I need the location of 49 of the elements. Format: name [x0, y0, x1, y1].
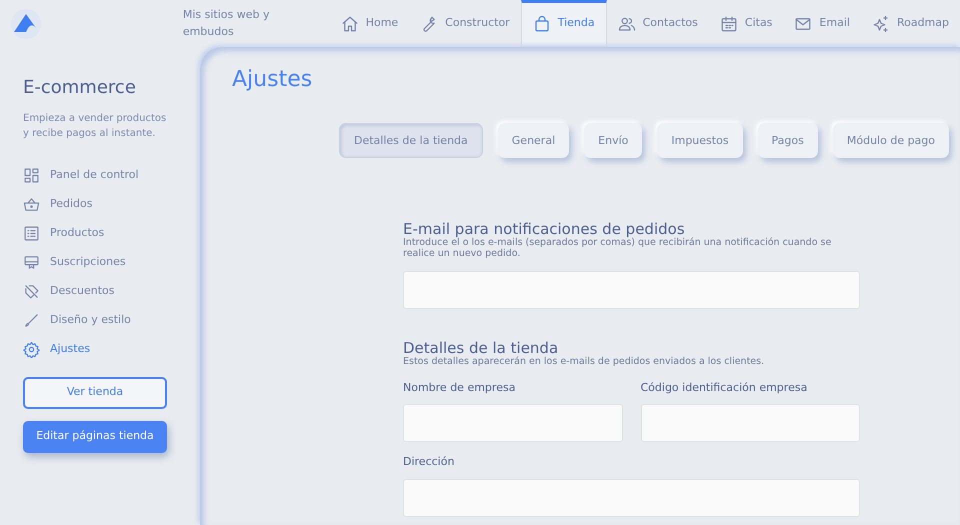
- input-field[interactable]: [403, 271, 860, 310]
- tag-off-icon: [23, 282, 40, 300]
- input-field[interactable]: [640, 404, 860, 442]
- sidebar-item[interactable]: Suscripciones: [23, 248, 126, 277]
- section-description: Introduce el o los e-mails (separados por comas) que recibirán una notificación cuando se realice un nuevo pedido.: [403, 238, 832, 260]
- section-title: Detalles de la tienda: [403, 339, 560, 358]
- nav-tab[interactable]: Roadmap: [860, 0, 960, 47]
- settings-tab[interactable]: Envío: [584, 123, 642, 158]
- field-label: Código identificación empresa: [640, 380, 808, 396]
- nav-tab[interactable]: Contactos: [606, 0, 709, 47]
- settings-tab[interactable]: Impuestos: [657, 123, 743, 158]
- sidebar-item[interactable]: Descuentos: [23, 276, 115, 306]
- nav-tab[interactable]: Constructor: [409, 0, 521, 47]
- section-description: Estos detalles aparecerán en los e-mails de pedidos enviados a los clientes.: [403, 357, 766, 368]
- settings-tab[interactable]: Módulo de pago: [832, 123, 950, 158]
- input-field[interactable]: [403, 404, 622, 442]
- nav-tab[interactable]: Tienda: [520, 0, 607, 47]
- section-title: E-mail para notificaciones de pedidos: [403, 220, 685, 238]
- sidebar-item[interactable]: Pedidos: [23, 190, 92, 219]
- settings-tab[interactable]: General: [498, 123, 570, 158]
- sidebar-subtitle: Empieza a vender productos y recibe pagos al instante.: [23, 112, 168, 141]
- sidebar-item[interactable]: Productos: [23, 218, 104, 248]
- gear-icon: [23, 340, 40, 358]
- edit-pages-button[interactable]: Editar páginas tienda: [23, 420, 167, 453]
- brush-icon: [23, 312, 40, 329]
- logo-icon: [10, 8, 42, 40]
- nav-tab[interactable]: Email: [783, 0, 861, 47]
- monitor-icon: [23, 254, 40, 271]
- sidebar-item[interactable]: Panel de control: [23, 160, 139, 190]
- input-field[interactable]: [403, 478, 860, 517]
- sidebar-item[interactable]: Ajustes: [23, 334, 90, 364]
- home-icon: [340, 14, 359, 32]
- view-store-button[interactable]: Ver tienda: [23, 376, 167, 409]
- list-icon: [23, 224, 40, 242]
- field-label: Dirección: [403, 454, 456, 470]
- nav-tab[interactable]: Mis sitios web y embudos: [172, 0, 330, 47]
- page-title: Ajustes: [232, 67, 314, 94]
- sidebar-item[interactable]: Diseño y estilo: [23, 306, 131, 335]
- sparkle-icon: [872, 14, 890, 32]
- shopping-bag-icon: [532, 14, 551, 32]
- calendar-icon: [720, 14, 738, 32]
- field-label: Nombre de empresa: [403, 380, 516, 396]
- nav-tab[interactable]: Home: [330, 0, 410, 47]
- nav-tab[interactable]: Citas: [708, 0, 784, 47]
- dashboard-icon: [23, 166, 40, 184]
- settings-tab[interactable]: Pagos: [758, 123, 818, 158]
- basket-icon: [23, 196, 40, 213]
- settings-tab[interactable]: Detalles de la tienda: [339, 123, 483, 158]
- sidebar-title: E-commerce: [23, 77, 137, 99]
